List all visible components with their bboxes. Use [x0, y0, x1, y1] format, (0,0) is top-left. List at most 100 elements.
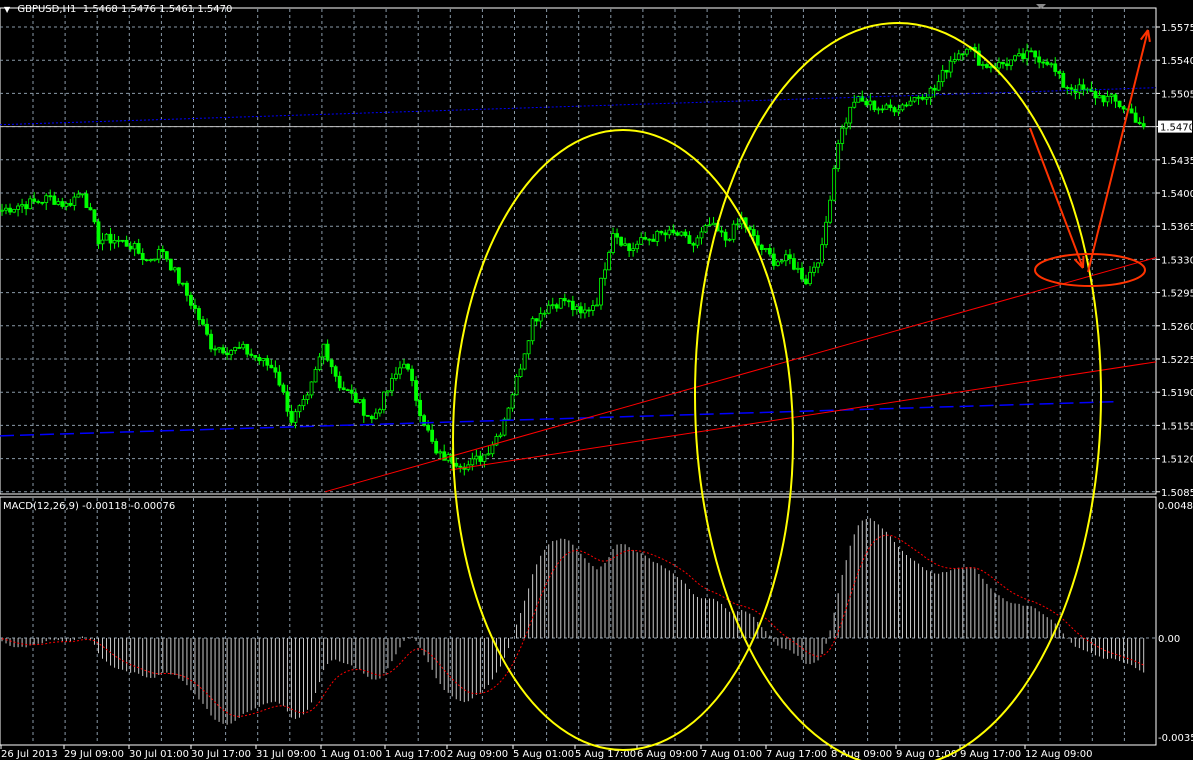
- candle-body: [900, 104, 905, 111]
- candle-body: [868, 100, 873, 106]
- candle-body: [820, 244, 824, 264]
- candle-body: [490, 444, 495, 455]
- time-tick-label: 12 Aug 09:00: [1025, 749, 1092, 760]
- candle-body: [591, 305, 595, 311]
- price-chart[interactable]: 1.5575 1.5540 1.5505 1.5470 1.5435 1.5400 1.53…: [0, 0, 1193, 760]
- price-tick-label: 1.5120: [1161, 455, 1193, 466]
- candle-body: [349, 389, 354, 394]
- candle-body: [892, 107, 897, 113]
- price-tick-label: 1.5225: [1161, 355, 1193, 366]
- candle-body: [1077, 84, 1082, 93]
- macd-tick-label: 0.00: [1158, 634, 1180, 645]
- candle-body: [936, 81, 941, 91]
- candle-body: [120, 239, 125, 242]
- candle-body: [225, 352, 230, 356]
- price-tick-label: 1.5540: [1161, 56, 1193, 67]
- annotation-ellipse: [694, 22, 1102, 760]
- candle-body: [1033, 50, 1038, 58]
- candle-body: [611, 233, 615, 253]
- candle-body: [904, 104, 909, 107]
- candle-body: [691, 243, 696, 246]
- candle-body: [583, 309, 587, 314]
- candle-body: [156, 249, 161, 260]
- candle-body: [24, 204, 29, 210]
- candle-body: [828, 199, 833, 223]
- candle-body: [651, 238, 656, 242]
- candle-body: [1105, 96, 1110, 103]
- candle-body: [771, 253, 776, 266]
- candle-body: [824, 221, 828, 246]
- candle-body: [418, 399, 422, 417]
- candle-body: [60, 201, 65, 207]
- candle-body: [1069, 87, 1074, 90]
- candle-body: [289, 410, 294, 423]
- candle-body: [948, 60, 953, 73]
- candle-body: [357, 399, 362, 403]
- time-tick-label: 30 Jul 01:00: [129, 749, 189, 760]
- candle-body: [920, 96, 925, 100]
- candle-body: [836, 143, 841, 170]
- candle-body: [1017, 53, 1021, 57]
- candle-body: [1133, 112, 1138, 123]
- candle-body: [1029, 50, 1034, 53]
- candle-body: [619, 236, 623, 246]
- candle-body: [1121, 106, 1126, 110]
- candle-body: [4, 207, 8, 211]
- candle-body: [727, 238, 732, 241]
- candle-body: [478, 455, 483, 462]
- candle-body: [257, 356, 262, 362]
- candle-body: [144, 259, 149, 261]
- candle-body: [522, 353, 527, 370]
- candle-body: [763, 248, 768, 251]
- candle-body: [285, 391, 290, 412]
- time-tick-label: 7 Aug 17:00: [766, 749, 827, 760]
- candle-body: [659, 230, 664, 234]
- candle-body: [655, 230, 660, 242]
- candle-body: [88, 207, 93, 211]
- candle-body: [390, 378, 394, 392]
- candle-body: [434, 441, 439, 454]
- candle-body: [679, 231, 684, 236]
- candle-body: [1057, 71, 1062, 74]
- main-panel-frame: [0, 7, 1157, 495]
- candle-body: [623, 243, 627, 246]
- candle-body: [116, 239, 121, 242]
- candle-body: [438, 451, 443, 454]
- candle-body: [56, 201, 61, 205]
- candle-body: [816, 262, 820, 268]
- candle-body: [148, 259, 153, 262]
- candle-body: [281, 384, 286, 393]
- candle-body: [518, 368, 523, 377]
- price-tick-label: 1.5505: [1161, 89, 1193, 100]
- candle-body: [1093, 91, 1098, 99]
- candle-body: [779, 260, 784, 263]
- time-tick-label: 7 Aug 01:00: [701, 749, 762, 760]
- candle-body: [1053, 63, 1058, 72]
- candle-body: [687, 235, 692, 244]
- candle-body: [217, 347, 221, 350]
- candle-body: [788, 254, 792, 259]
- candle-body: [454, 462, 459, 467]
- candle-body: [329, 359, 334, 368]
- price-tick-label: 1.5400: [1161, 189, 1193, 200]
- candle-body: [800, 267, 804, 280]
- candle-body: [273, 367, 278, 373]
- candle-body: [924, 97, 929, 100]
- candle-body: [1005, 63, 1009, 67]
- candle-body: [675, 232, 680, 236]
- candle-body: [164, 251, 169, 260]
- candle-body: [333, 366, 338, 377]
- candle-body: [233, 347, 238, 351]
- candle-body: [365, 414, 370, 417]
- candle-body: [321, 343, 326, 358]
- candle-body: [152, 258, 157, 261]
- candle-body: [20, 204, 25, 207]
- candle-body: [574, 306, 579, 311]
- time-tick-label: 6 Aug 09:00: [637, 749, 698, 760]
- candle-body: [997, 61, 1001, 69]
- candle-body: [1129, 108, 1134, 114]
- candle-body: [410, 368, 414, 381]
- candle-body: [844, 122, 849, 129]
- candle-body: [193, 304, 197, 309]
- candle-body: [711, 222, 716, 226]
